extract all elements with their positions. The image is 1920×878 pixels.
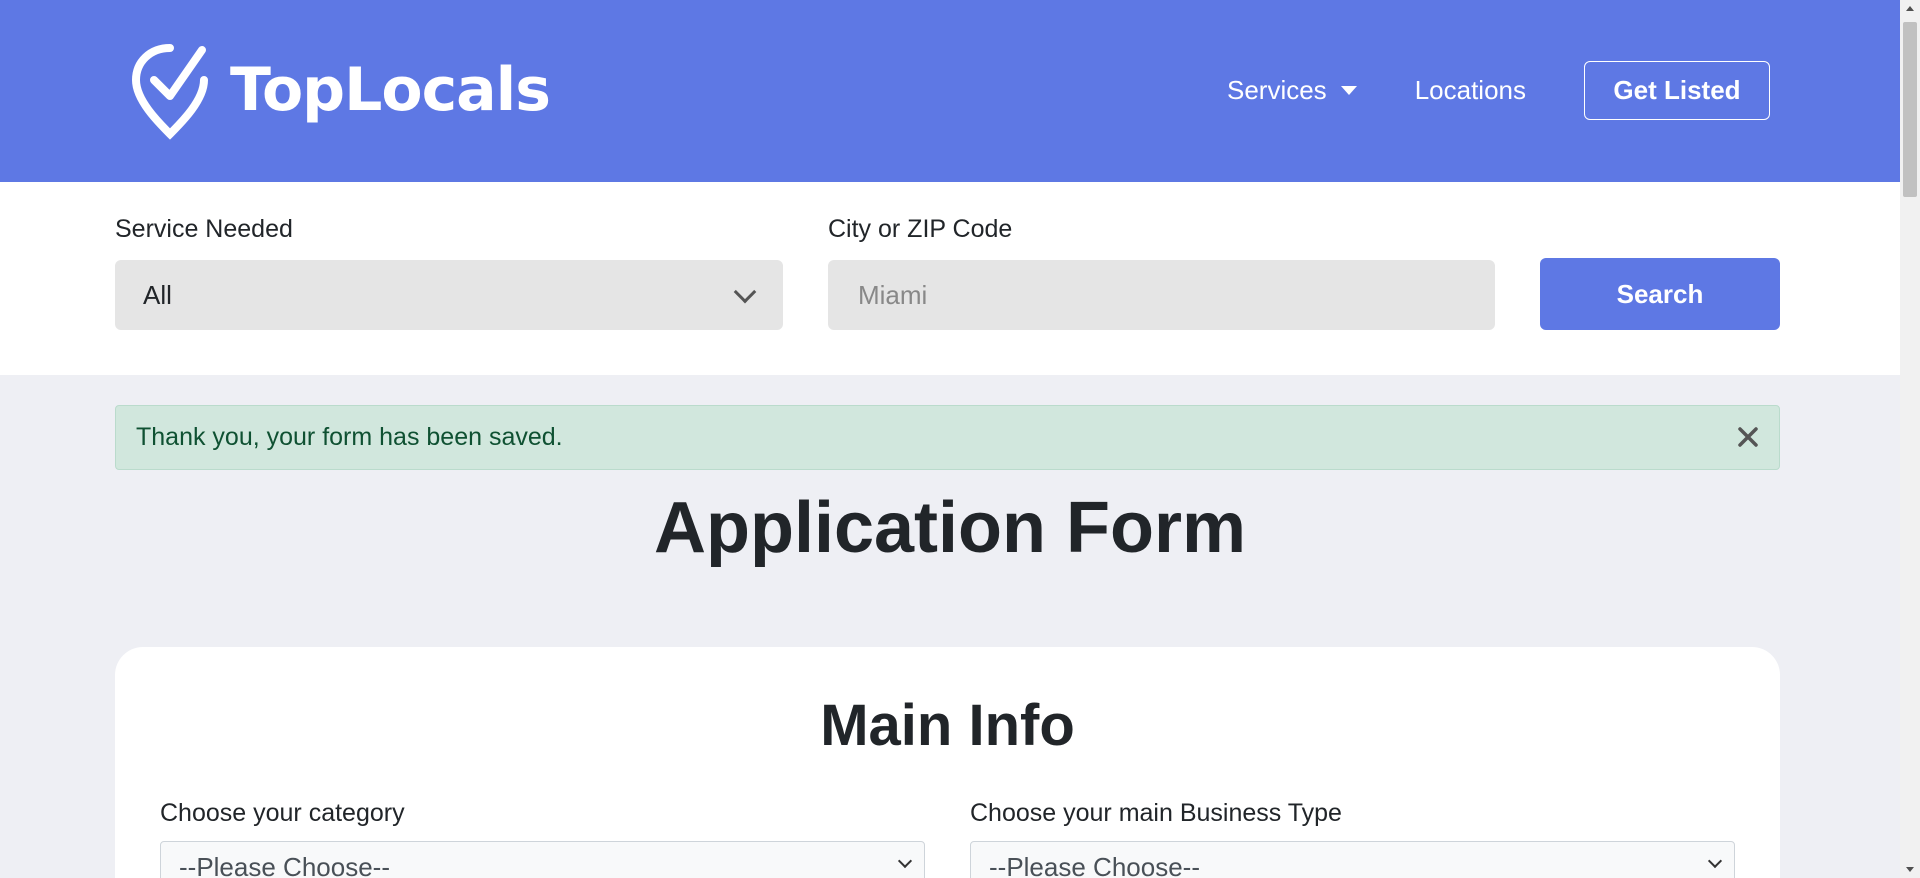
chevron-down-icon [897, 853, 913, 869]
search-bar: Service Needed All City or ZIP Code Sear… [0, 182, 1900, 375]
scroll-up-icon[interactable] [1906, 6, 1914, 11]
card-title: Main Info [820, 693, 1075, 758]
category-label: Choose your category [160, 799, 405, 827]
alert-message: Thank you, your form has been saved. [136, 423, 563, 451]
business-type-label: Choose your main Business Type [970, 799, 1342, 827]
page-title: Application Form [654, 488, 1246, 568]
success-alert: Thank you, your form has been saved. [115, 405, 1780, 470]
scroll-down-icon[interactable] [1906, 867, 1914, 872]
site-header: TopLocals Services Locations Get Listed [0, 0, 1900, 182]
close-icon[interactable] [1735, 424, 1761, 450]
business-type-select[interactable]: --Please Choose-- [970, 841, 1735, 878]
page: TopLocals Services Locations Get Listed … [0, 0, 1900, 878]
main-info-card: Main Info Choose your category --Please … [115, 647, 1780, 878]
service-select[interactable]: All [115, 260, 783, 330]
city-zip-input[interactable] [828, 260, 1495, 330]
chevron-down-icon [733, 280, 757, 304]
business-type-select-value: --Please Choose-- [989, 852, 1200, 878]
service-select-value: All [143, 279, 172, 310]
nav-locations-label: Locations [1414, 75, 1526, 105]
chevron-down-icon [1707, 853, 1723, 869]
service-needed-label: Service Needed [115, 215, 293, 243]
brand-logo[interactable]: TopLocals [130, 40, 551, 140]
location-check-icon [131, 44, 208, 140]
vertical-scrollbar[interactable] [1900, 0, 1920, 878]
category-select[interactable]: --Please Choose-- [160, 841, 925, 878]
main-nav: Services Locations Get Listed [1227, 61, 1770, 120]
nav-services-label: Services [1226, 75, 1327, 105]
get-listed-button[interactable]: Get Listed [1584, 61, 1770, 120]
scroll-thumb[interactable] [1903, 22, 1917, 197]
category-select-value: --Please Choose-- [179, 852, 390, 878]
nav-services[interactable]: Services [1227, 75, 1357, 106]
nav-locations[interactable]: Locations [1415, 75, 1526, 106]
search-button[interactable]: Search [1540, 258, 1780, 330]
city-zip-label: City or ZIP Code [828, 215, 1013, 243]
brand-name: TopLocals [230, 55, 551, 125]
caret-down-icon [1340, 86, 1357, 95]
